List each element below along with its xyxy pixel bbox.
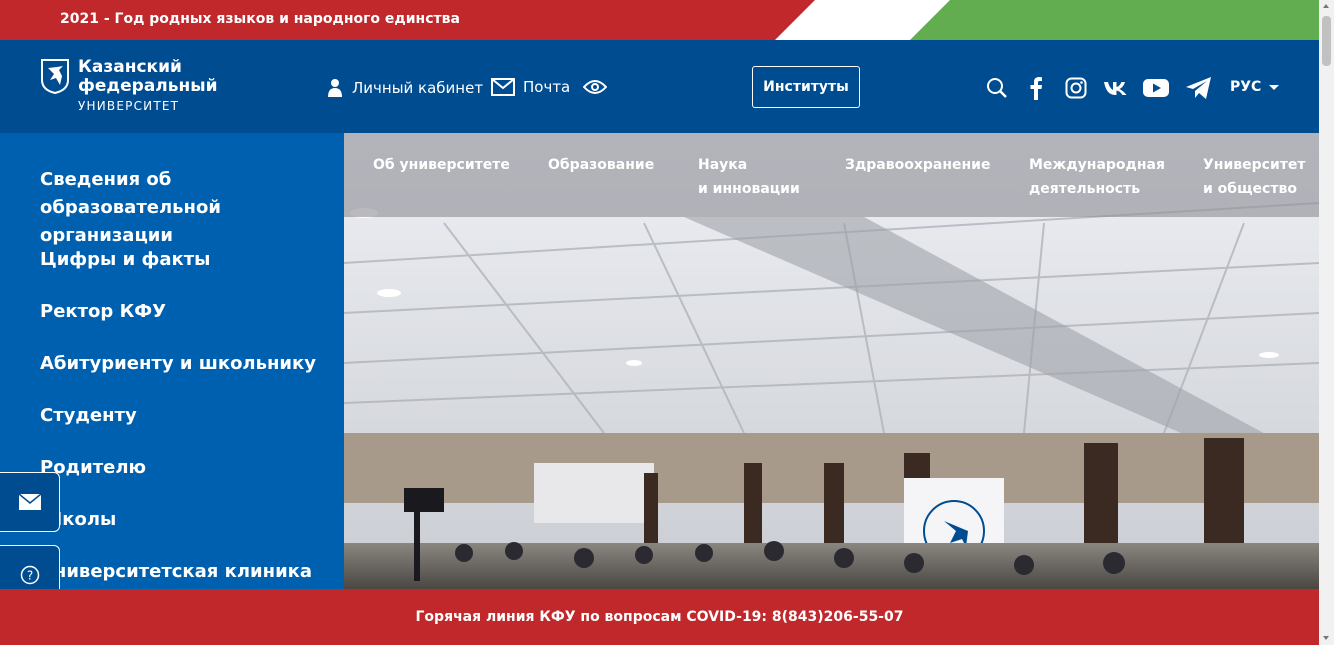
sidebar-item-clinic[interactable]: Университетская клиника xyxy=(40,558,330,586)
svg-text:?: ? xyxy=(26,569,32,583)
sidebar-item-facts[interactable]: Цифры и факты xyxy=(40,246,330,274)
sidebar-item-education-info[interactable]: Сведения об образовательной организации xyxy=(40,166,330,250)
nav-item-international[interactable]: Международная деятельность xyxy=(1029,153,1165,201)
mail-label: Почта xyxy=(523,78,571,96)
person-icon xyxy=(328,79,342,97)
search-icon[interactable] xyxy=(985,76,1009,100)
envelope-icon xyxy=(18,494,41,510)
chevron-down-icon xyxy=(1269,84,1280,90)
nav-item-about[interactable]: Об университете xyxy=(373,153,510,177)
institutes-button[interactable]: Институты xyxy=(752,66,860,108)
top-banner: 2021 - Год родных языков и народного еди… xyxy=(0,0,1319,40)
nav-item-healthcare[interactable]: Здравоохранение xyxy=(845,153,990,177)
question-icon: ? xyxy=(20,565,39,585)
university-logo[interactable]: Казанский федеральный УНИВЕРСИТЕТ xyxy=(40,58,218,116)
sidebar-item-student[interactable]: Студенту xyxy=(40,402,330,430)
feedback-mail-button[interactable] xyxy=(0,472,60,532)
vk-icon[interactable] xyxy=(1103,76,1129,100)
mail-link[interactable]: Почта xyxy=(491,78,570,96)
scroll-thumb[interactable] xyxy=(1322,16,1331,66)
sidebar-item-parent[interactable]: Родителю xyxy=(40,454,330,482)
youtube-icon[interactable] xyxy=(1143,76,1169,100)
nav-item-science[interactable]: Наука и инновации xyxy=(698,153,800,201)
scrollbar[interactable] xyxy=(1319,0,1334,645)
hero-banner: Об университете Образование Наука и иннов… xyxy=(344,133,1319,589)
covid-hotline-bar: Горячая линия КФУ по вопросам COVID-19: … xyxy=(0,589,1319,645)
kfu-emblem-icon xyxy=(41,59,69,94)
language-selector[interactable]: РУС xyxy=(1230,79,1280,95)
scroll-up-icon[interactable] xyxy=(1323,4,1329,8)
facebook-icon[interactable] xyxy=(1024,76,1048,100)
banner-text[interactable]: 2021 - Год родных языков и народного еди… xyxy=(60,11,460,27)
site-header: Казанский федеральный УНИВЕРСИТЕТ Личный… xyxy=(0,40,1319,133)
sidebar-item-schools[interactable]: Школы xyxy=(40,506,330,534)
logo-line3: УНИВЕРСИТЕТ xyxy=(78,99,180,113)
logo-line2: федеральный xyxy=(78,76,218,96)
nav-item-society[interactable]: Университет и общество xyxy=(1203,153,1305,201)
instagram-icon[interactable] xyxy=(1064,76,1088,100)
language-label: РУС xyxy=(1230,79,1262,95)
personal-account-label: Личный кабинет xyxy=(352,79,484,97)
accessibility-eye-icon[interactable] xyxy=(583,75,607,99)
nav-item-education[interactable]: Образование xyxy=(548,153,654,177)
envelope-icon xyxy=(491,78,515,96)
main-navigation: Об университете Образование Наука и иннов… xyxy=(344,133,1319,217)
telegram-icon[interactable] xyxy=(1185,76,1213,100)
hotline-text[interactable]: Горячая линия КФУ по вопросам COVID-19: … xyxy=(416,609,904,625)
banner-green-stripe xyxy=(910,0,1319,40)
scroll-down-icon[interactable] xyxy=(1323,636,1329,640)
logo-line1: Казанский xyxy=(78,57,182,77)
sidebar-item-rector[interactable]: Ректор КФУ xyxy=(40,298,330,326)
personal-account-link[interactable]: Личный кабинет xyxy=(326,78,483,98)
sidebar-item-applicants[interactable]: Абитуриенту и школьнику xyxy=(40,350,330,378)
